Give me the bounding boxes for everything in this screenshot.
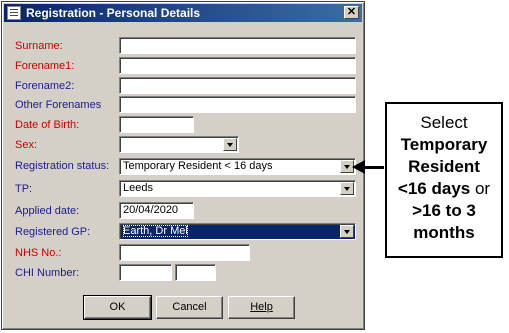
close-button[interactable]: ✕ [344, 6, 359, 19]
callout-line-2: Temporary [400, 135, 488, 154]
sex-dropdown[interactable] [119, 136, 239, 153]
other-forenames-input[interactable] [119, 96, 356, 113]
forename1-input[interactable] [119, 57, 356, 74]
title-bar[interactable]: Registration - Personal Details ✕ [4, 4, 362, 22]
arrow-left-icon [352, 160, 365, 174]
nhs-no-input[interactable] [119, 244, 250, 261]
form-icon [7, 6, 21, 20]
registered-gp-dropdown[interactable]: Earth, Dr Mel [119, 223, 356, 240]
nhs-no-label: NHS No.: [15, 247, 62, 259]
chi-number-input-1[interactable] [119, 264, 172, 281]
registration-dialog: Registration - Personal Details ✕ Surnam… [1, 1, 365, 330]
instruction-callout: Select Temporary Resident <16 days or >1… [385, 102, 503, 258]
chevron-down-icon[interactable] [340, 182, 354, 195]
forename1-label: Forename1: [15, 60, 75, 72]
chi-number-input-2[interactable] [175, 264, 216, 281]
applied-date-input[interactable]: 20/04/2020 [119, 202, 194, 219]
applied-date-label: Applied date: [15, 205, 80, 217]
chi-number-label: CHI Number: [15, 267, 80, 279]
tp-dropdown[interactable]: Leeds [119, 180, 356, 197]
chevron-down-icon[interactable] [223, 138, 237, 151]
ok-button[interactable]: OK [83, 295, 152, 320]
callout-line-3: Resident [408, 157, 480, 176]
registered-gp-label: Registered GP: [15, 226, 91, 238]
surname-label: Surname: [15, 40, 63, 52]
registration-status-value: Temporary Resident < 16 days [123, 160, 273, 172]
other-forenames-label: Other Forenames [15, 99, 102, 111]
help-button-label: Help [250, 301, 273, 313]
callout-line-6: months [413, 223, 475, 242]
registration-status-dropdown[interactable]: Temporary Resident < 16 days [119, 158, 356, 175]
registration-status-label: Registration status: [15, 160, 110, 172]
chevron-down-icon[interactable] [340, 225, 354, 238]
tp-value: Leeds [123, 182, 153, 194]
callout-line-5: >16 to 3 [412, 201, 476, 220]
tp-label: TP: [15, 183, 33, 195]
dob-input[interactable] [119, 116, 194, 133]
forename2-label: Forename2: [15, 80, 75, 92]
forename2-input[interactable] [119, 77, 356, 94]
sex-label: Sex: [15, 139, 38, 151]
window-title: Registration - Personal Details [26, 6, 201, 20]
registered-gp-value: Earth, Dr Mel [123, 225, 188, 237]
callout-line-4-bold: <16 days [397, 179, 471, 198]
surname-input[interactable] [119, 37, 356, 54]
callout-line-1: Select [420, 113, 468, 132]
help-button[interactable]: Help [228, 296, 295, 319]
dob-label: Date of Birth: [15, 119, 80, 131]
callout-line-4-rest: or [470, 179, 491, 198]
cancel-button[interactable]: Cancel [156, 296, 223, 319]
